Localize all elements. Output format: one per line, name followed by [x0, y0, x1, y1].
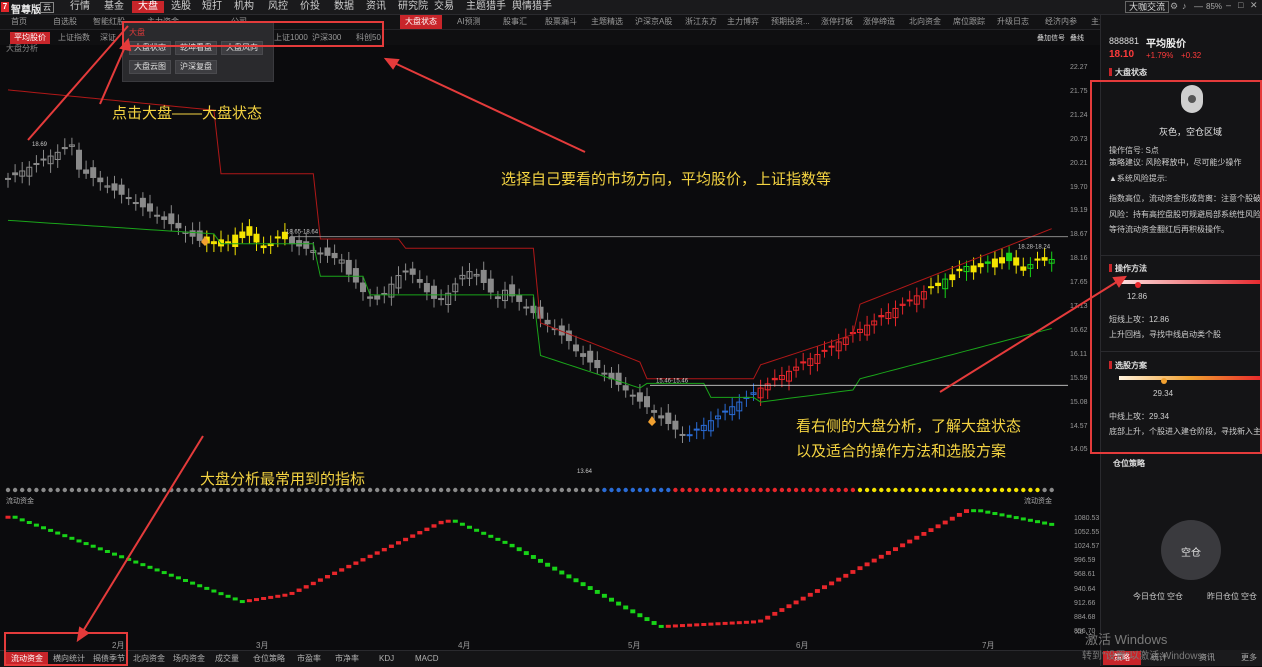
annotation-click-market: 点击大盘——大盘状态 — [112, 105, 263, 122]
month-label: 7月 — [982, 641, 995, 650]
arrow-head — [383, 57, 400, 70]
analysis-highlight-box — [1090, 80, 1262, 454]
selector-highlight-box — [122, 21, 384, 47]
flow-axis-label: 1024.57 — [1074, 543, 1100, 551]
annotation-see-analysis-2: 以及适合的操作方法和选股方案 — [796, 443, 1007, 460]
annotation-common-indicator: 大盘分析最常用到的指标 — [200, 471, 366, 488]
arrow-line — [387, 59, 586, 153]
flow-axis-label: 1052.55 — [1074, 529, 1100, 537]
month-label: 2月 — [112, 641, 125, 650]
annotation-select-market: 选择自己要看的市场方向，平均股价，上证指数等 — [501, 171, 832, 188]
flow-axis-label: 996.59 — [1074, 557, 1096, 565]
month-label: 3月 — [256, 641, 269, 650]
annotation-see-analysis: 看右侧的大盘分析，了解大盘状态 — [796, 418, 1022, 435]
flow-axis-label: 912.66 — [1074, 599, 1096, 607]
annotation-arrows — [27, 25, 1127, 643]
windows-watermark: 激活 Windows — [1085, 632, 1168, 647]
flow-axis-label: 884.68 — [1074, 613, 1096, 621]
flow-axis-unit: X0 — [1075, 629, 1084, 636]
arrow-line — [79, 435, 204, 637]
flow-axis-label: 1080.53 — [1074, 515, 1100, 522]
flow-axis-label: 968.61 — [1074, 571, 1096, 579]
month-label: 6月 — [796, 641, 809, 650]
month-label: 5月 — [628, 641, 641, 650]
indicator-highlight-box — [4, 632, 128, 666]
windows-watermark-sub: 转到"设置"以激活 Windows。 — [1082, 651, 1213, 662]
flow-axis-label: 940.64 — [1074, 585, 1096, 593]
month-label: 4月 — [458, 641, 471, 650]
